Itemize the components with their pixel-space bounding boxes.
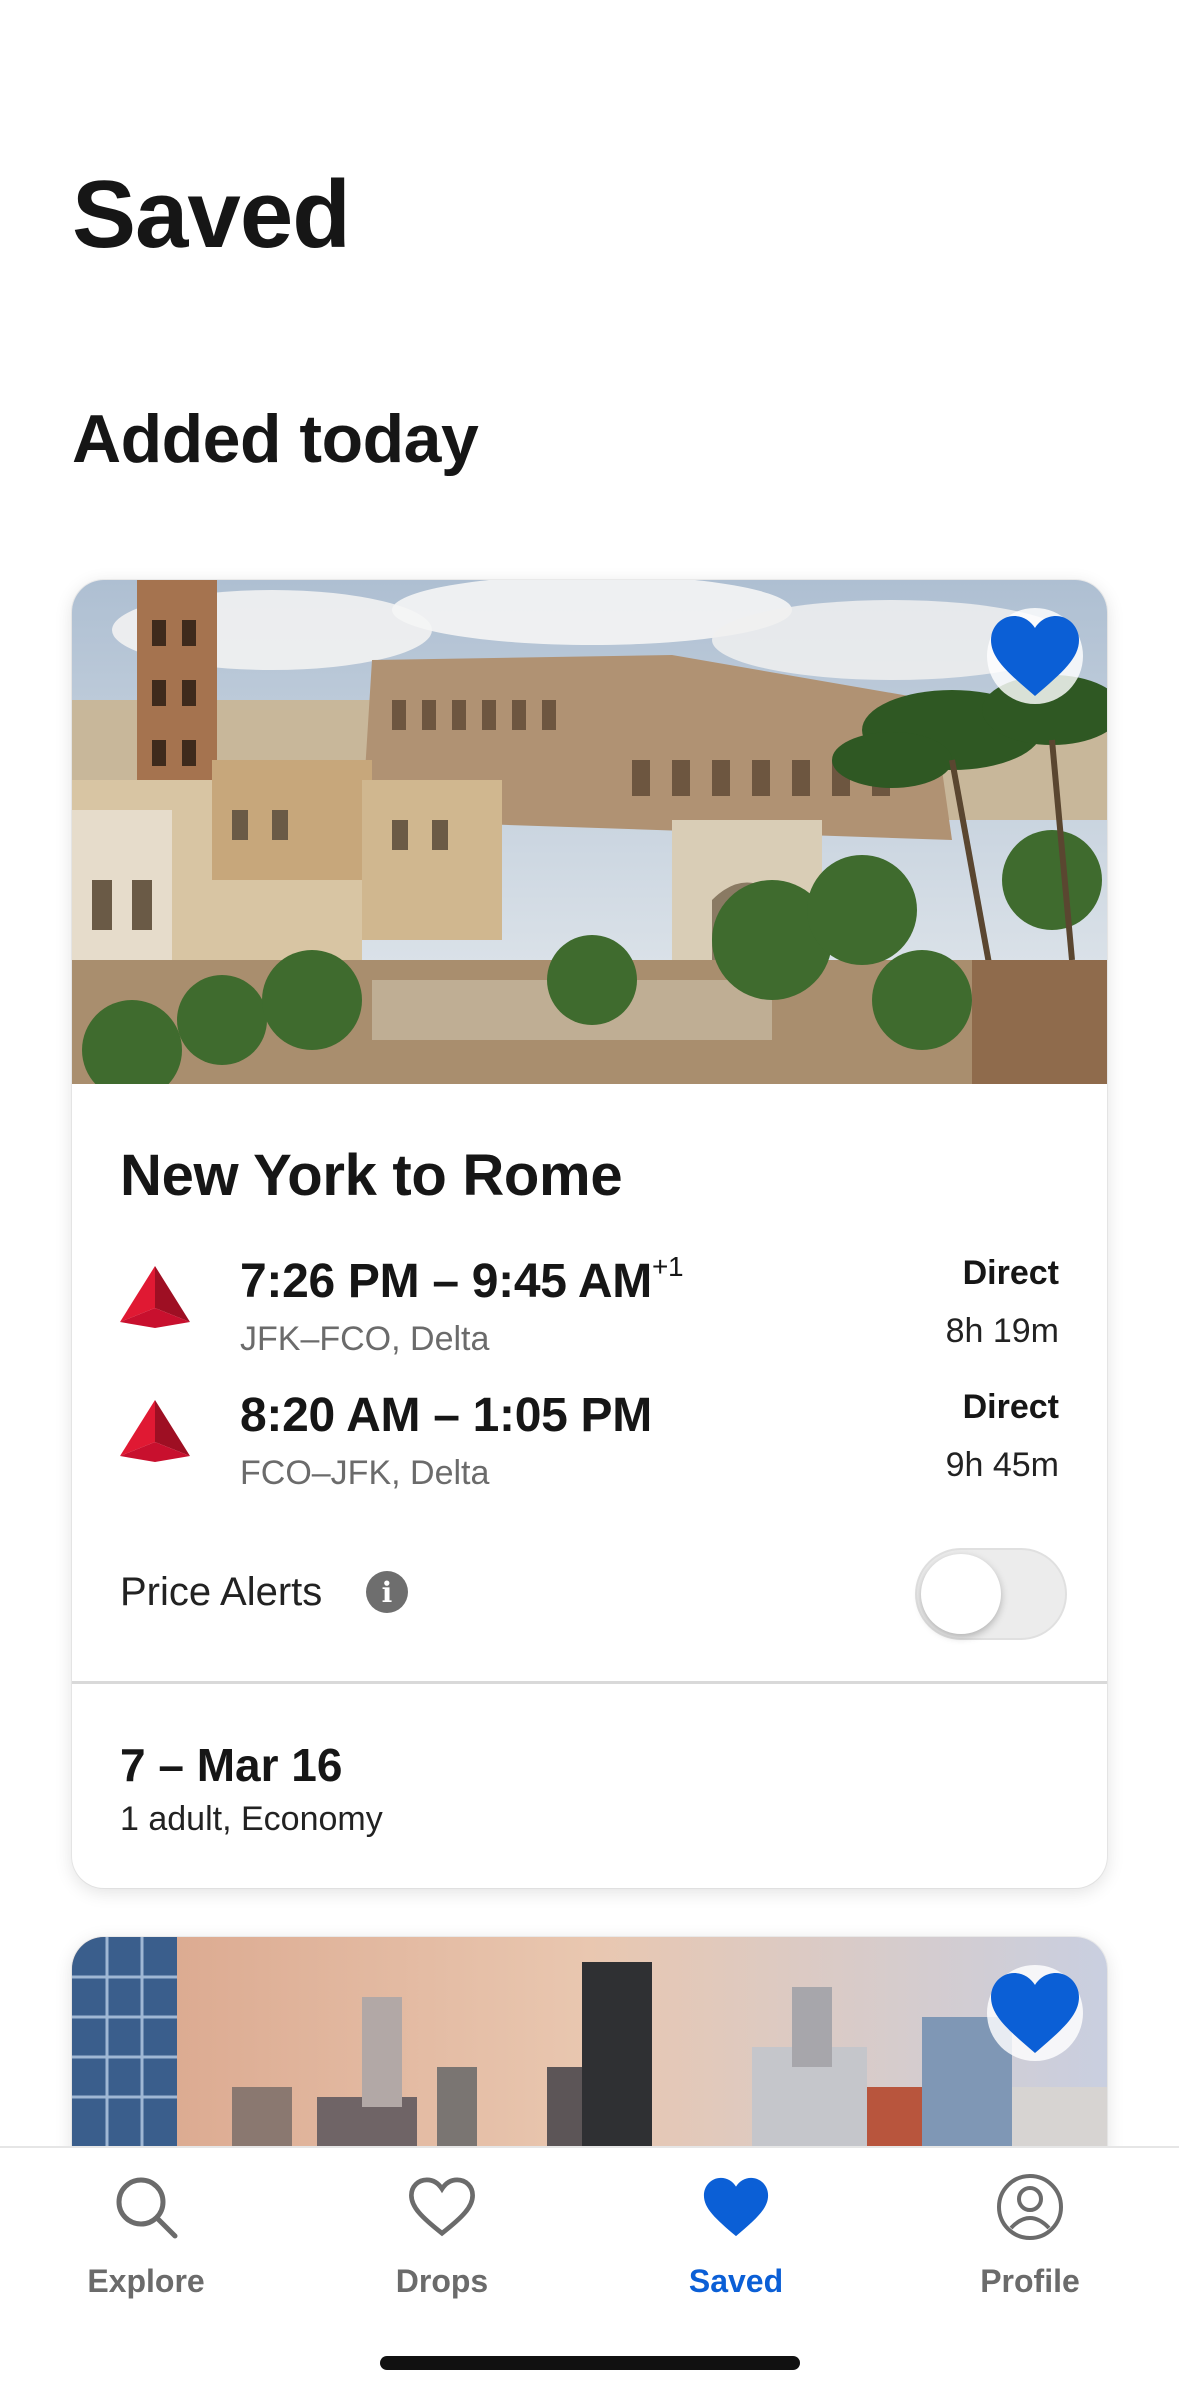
flight-duration: 8h 19m: [945, 1312, 1059, 1350]
saved-trip-card[interactable]: New York to Rome 7:26 PM – 9:45 AM+1 JFK…: [72, 580, 1107, 1888]
page-title: Saved: [72, 161, 351, 268]
flight-times: 7:26 PM – 9:45 AM+1: [240, 1251, 684, 1308]
info-icon[interactable]: i: [366, 1571, 408, 1613]
search-icon: [116, 2177, 178, 2239]
flight-airports: JFK–FCO, Delta: [240, 1320, 490, 1358]
tab-saved[interactable]: Saved: [636, 2172, 836, 2312]
day-offset: +1: [651, 1251, 684, 1282]
tab-label: Explore: [87, 2263, 205, 2299]
heart-filled-icon: [703, 2177, 769, 2237]
flight-airports: FCO–JFK, Delta: [240, 1454, 490, 1492]
flight-stops: Direct: [962, 1388, 1059, 1426]
price-alerts-row: Price Alerts i: [120, 1544, 1067, 1644]
tab-profile[interactable]: Profile: [930, 2172, 1130, 2312]
price-alerts-toggle[interactable]: [915, 1548, 1067, 1640]
flight-stops: Direct: [962, 1254, 1059, 1292]
flight-duration: 9h 45m: [945, 1446, 1059, 1484]
section-title: Added today: [72, 401, 479, 477]
home-indicator[interactable]: [380, 2356, 800, 2370]
price-alerts-label: Price Alerts: [120, 1570, 323, 1614]
heart-filled-icon: [991, 1973, 1079, 2053]
tab-explore[interactable]: Explore: [46, 2172, 246, 2312]
toggle-knob: [921, 1554, 1001, 1634]
heart-outline-icon: [409, 2177, 475, 2237]
save-toggle-button[interactable]: [987, 608, 1083, 704]
delta-logo-icon: [120, 1266, 190, 1328]
destination-image: [72, 580, 1107, 1084]
tab-label: Profile: [980, 2263, 1080, 2299]
heart-filled-icon: [991, 616, 1079, 696]
tab-label: Drops: [395, 2263, 489, 2299]
tab-label: Saved: [688, 2263, 784, 2299]
delta-logo-icon: [120, 1400, 190, 1462]
outbound-flight[interactable]: 7:26 PM – 9:45 AM+1 JFK–FCO, Delta Direc…: [120, 1251, 1059, 1364]
profile-icon: [997, 2174, 1063, 2240]
trip-dates: 7 – Mar 16: [120, 1739, 343, 1791]
passenger-info: 1 adult, Economy: [120, 1800, 383, 1838]
card-divider: [72, 1681, 1107, 1684]
tab-drops[interactable]: Drops: [342, 2172, 542, 2312]
save-toggle-button[interactable]: [987, 1965, 1083, 2061]
return-flight[interactable]: 8:20 AM – 1:05 PM FCO–JFK, Delta Direct …: [120, 1388, 1059, 1498]
flight-times: 8:20 AM – 1:05 PM: [240, 1389, 652, 1442]
route-title: New York to Rome: [120, 1143, 623, 1208]
